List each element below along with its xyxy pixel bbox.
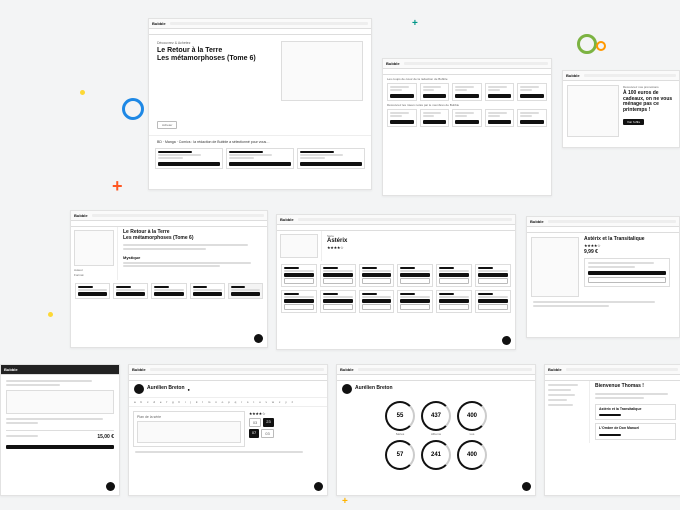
logo: Bubble bbox=[566, 73, 580, 78]
wireframe-promo: Bubble Découvrez nos promotions À 100 eu… bbox=[562, 70, 680, 148]
rating-stars: ★★★★☆ bbox=[327, 245, 510, 250]
checkout-button[interactable] bbox=[6, 445, 114, 449]
wireframe-product: Bubble Auteur Format Le Retour à la Terr… bbox=[70, 210, 268, 348]
wireframe-home: Bubble Découvrez & Achetez Le Retour à l… bbox=[148, 18, 372, 190]
rating-stars: ★★★★☆ bbox=[249, 411, 323, 416]
alpha-index[interactable]: a b c d e f g h i j k l m n o p q r s t … bbox=[129, 397, 327, 407]
promo-eyebrow: Découvrez nos promotions bbox=[623, 85, 673, 89]
green-ring-icon bbox=[577, 34, 597, 54]
promo-title: À 100 euros de cadeaux, on ne vous ménag… bbox=[623, 91, 673, 113]
stat-dial: 437Albums bbox=[421, 401, 451, 436]
section-title-2: Découvrez les mieux notés par le membres… bbox=[383, 101, 551, 109]
list-item[interactable]: L'Ombre de Don Manuel bbox=[595, 423, 676, 440]
wireframe-editorial: Bubble Les coups de cœur de la rédaction… bbox=[382, 58, 552, 196]
buy-button[interactable]: Acheter bbox=[157, 121, 177, 129]
logo: Bubble bbox=[152, 21, 166, 26]
stat-dial: 241 bbox=[421, 440, 451, 471]
count-chip: 03 bbox=[261, 429, 273, 438]
rating-stars: ★★★★☆ bbox=[584, 243, 670, 248]
avatar bbox=[134, 384, 144, 394]
logo: Bubble bbox=[4, 367, 18, 372]
wireframe-checkout: Bubble 15,00 € bbox=[0, 364, 120, 496]
count-chip: 07 bbox=[249, 429, 259, 438]
user-name: Aurélien Breton bbox=[355, 386, 393, 392]
count-chip: 03 bbox=[249, 418, 261, 427]
product-title-2: Les métamorphoses (Tome 6) bbox=[123, 236, 262, 242]
checkout-total: 15,00 € bbox=[97, 435, 114, 441]
product-cover bbox=[74, 230, 114, 266]
price: 9,99 € bbox=[584, 250, 670, 256]
fab-icon[interactable] bbox=[502, 336, 511, 345]
fab-icon[interactable] bbox=[314, 482, 323, 491]
logo: Bubble bbox=[280, 217, 294, 222]
wireframe-onboarding: Bubble Bienvenue Thomas ! Astérix et la … bbox=[544, 364, 680, 496]
fab-icon[interactable] bbox=[106, 482, 115, 491]
yellow-dot-icon-2 bbox=[48, 312, 53, 317]
logo: Bubble bbox=[132, 367, 146, 372]
avatar bbox=[342, 384, 352, 394]
user-name: Aurélien Breton bbox=[147, 386, 185, 392]
panel-title: Plan de la série bbox=[137, 415, 241, 419]
fab-icon[interactable] bbox=[254, 334, 263, 343]
section-title: Les coups de cœur de la rédaction de Bub… bbox=[383, 75, 551, 83]
fab-icon[interactable] bbox=[522, 482, 531, 491]
wireframe-volume: Bubble Astérix et la Transitalique ★★★★☆… bbox=[526, 216, 680, 338]
teal-plus-icon: + bbox=[412, 18, 418, 29]
volume-cover bbox=[531, 237, 579, 297]
series-title: Astérix bbox=[327, 238, 510, 245]
amber-plus-icon: + bbox=[342, 496, 348, 507]
logo: Bubble bbox=[386, 61, 400, 66]
orange-plus-icon: + bbox=[112, 176, 123, 197]
section-heading: Mystique bbox=[123, 256, 262, 260]
count-chip: 23 bbox=[263, 418, 273, 427]
stat-dial: 57 bbox=[385, 440, 415, 471]
editorial-tagline: BD · Manga · Comics : la rédaction de Bu… bbox=[149, 135, 371, 148]
welcome-title: Bienvenue Thomas ! bbox=[595, 384, 676, 390]
stat-dial: 55Séries bbox=[385, 401, 415, 436]
format-label: Format bbox=[74, 272, 114, 277]
stat-dial: 400 bbox=[457, 440, 487, 471]
status-dot-icon: ● bbox=[188, 387, 190, 392]
blue-ring-icon bbox=[122, 98, 144, 120]
logo: Bubble bbox=[548, 367, 562, 372]
orange-ring-icon bbox=[596, 41, 606, 51]
promo-image bbox=[567, 85, 619, 137]
logo: Bubble bbox=[340, 367, 354, 372]
wireframe-series: Bubble Série Astérix ★★★★☆ bbox=[276, 214, 516, 350]
logo: Bubble bbox=[530, 219, 544, 224]
list-item[interactable]: Astérix et la Transitalique bbox=[595, 404, 676, 421]
hero-image bbox=[281, 41, 363, 101]
wireframe-collection-list: Bubble Aurélien Breton ● a b c d e f g h… bbox=[128, 364, 328, 496]
stat-dial: 400Lus bbox=[457, 401, 487, 436]
yellow-dot-icon bbox=[80, 90, 85, 95]
promo-cta[interactable]: Voir l'offre bbox=[623, 119, 644, 125]
logo: Bubble bbox=[74, 213, 88, 218]
wireframe-collection-stats: Bubble Aurélien Breton 55Séries437Albums… bbox=[336, 364, 536, 496]
